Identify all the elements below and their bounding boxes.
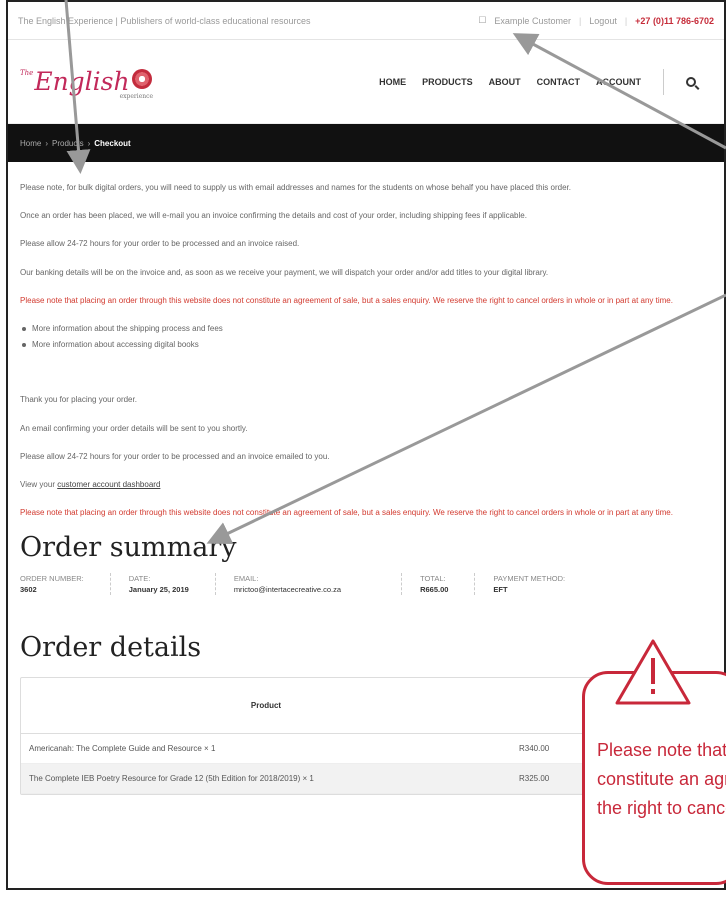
banking-note: Our banking details will be on the invoi… — [20, 267, 549, 277]
order-summary-heading: Order summary — [20, 532, 237, 564]
thank-you-text: Thank you for placing your order. — [20, 395, 137, 405]
bulk-order-note: Please note, for bulk digital orders, yo… — [20, 183, 571, 192]
top-bar: The English Experience | Publishers of w… — [8, 2, 724, 40]
site-header: The English experience HOME PRODUCTS ABO… — [8, 40, 724, 124]
site-logo[interactable]: The English experience — [20, 63, 153, 100]
site-tagline: The English Experience | Publishers of w… — [18, 15, 311, 26]
summary-payment-method: PAYMENT METHOD: EFT — [493, 573, 566, 595]
user-icon: ☐ — [478, 15, 487, 25]
summary-date: DATE: January 25, 2019 — [129, 572, 216, 596]
logo-sub: experience — [119, 93, 154, 100]
nav-account[interactable]: ACCOUNT — [596, 77, 641, 87]
invoice-time-text: Please allow 24-72 hours for your order … — [20, 451, 330, 461]
breadcrumb: Home › Products › Checkout — [8, 124, 724, 162]
sales-enquiry-notice: Please note that placing an order throug… — [20, 295, 673, 305]
product-link[interactable]: Americanah: The Complete Guide and Resou… — [29, 741, 519, 756]
order-summary: ORDER NUMBER: 3602 DATE: January 25, 201… — [20, 572, 712, 596]
summary-order-number: ORDER NUMBER: 3602 — [20, 572, 111, 596]
nav-home[interactable]: HOME — [379, 77, 406, 87]
nav-divider — [663, 68, 664, 95]
separator: | — [578, 15, 582, 26]
nav-products[interactable]: PRODUCTS — [422, 77, 473, 87]
logout-link[interactable]: Logout — [589, 16, 617, 26]
nav-contact[interactable]: CONTACT — [537, 77, 580, 87]
logo-word: English — [34, 67, 130, 96]
customer-dashboard-link[interactable]: customer account dashboard — [57, 480, 160, 489]
product-link[interactable]: The Complete IEB Poetry Resource for Gra… — [29, 771, 519, 786]
column-product: Product — [250, 701, 282, 711]
digital-books-info-link[interactable]: More information about accessing digital… — [20, 337, 712, 352]
breadcrumb-current: Checkout — [94, 138, 131, 148]
breadcrumb-home[interactable]: Home — [20, 139, 41, 148]
summary-total: TOTAL: R665.00 — [420, 572, 476, 596]
breadcrumb-separator: › — [87, 138, 91, 148]
summary-email: EMAIL: mrictoo@intertacecreative.co.za — [234, 572, 403, 596]
top-bar-account: ☐ Example Customer | Logout | +27 (0)11 … — [478, 15, 714, 26]
dashboard-line: View your customer account dashboard — [20, 477, 712, 492]
rose-icon — [131, 68, 152, 89]
main-nav: HOME PRODUCTS ABOUT CONTACT ACCOUNT — [379, 68, 712, 95]
customer-name-link[interactable]: Example Customer — [494, 16, 571, 26]
dashboard-prefix: View your — [20, 479, 55, 489]
separator: | — [624, 15, 628, 26]
invoice-note: Once an order has been placed, we will e… — [20, 211, 527, 221]
processing-note: Please allow 24-72 hours for your order … — [20, 239, 300, 249]
phone-link[interactable]: +27 (0)11 786-6702 — [635, 16, 714, 26]
email-confirm-text: An email confirming your order details w… — [20, 423, 248, 433]
info-links: More information about the shipping proc… — [20, 321, 712, 352]
search-icon[interactable] — [686, 76, 696, 87]
breadcrumb-products[interactable]: Products — [52, 139, 84, 148]
sales-enquiry-notice-2: Please note that placing an order throug… — [20, 508, 673, 518]
nav-about[interactable]: ABOUT — [489, 77, 521, 87]
shipping-info-link[interactable]: More information about the shipping proc… — [20, 321, 712, 336]
order-details-heading: Order details — [20, 632, 202, 664]
logo-the: The — [20, 69, 34, 77]
warning-icon — [615, 639, 691, 705]
breadcrumb-separator: › — [45, 138, 49, 148]
